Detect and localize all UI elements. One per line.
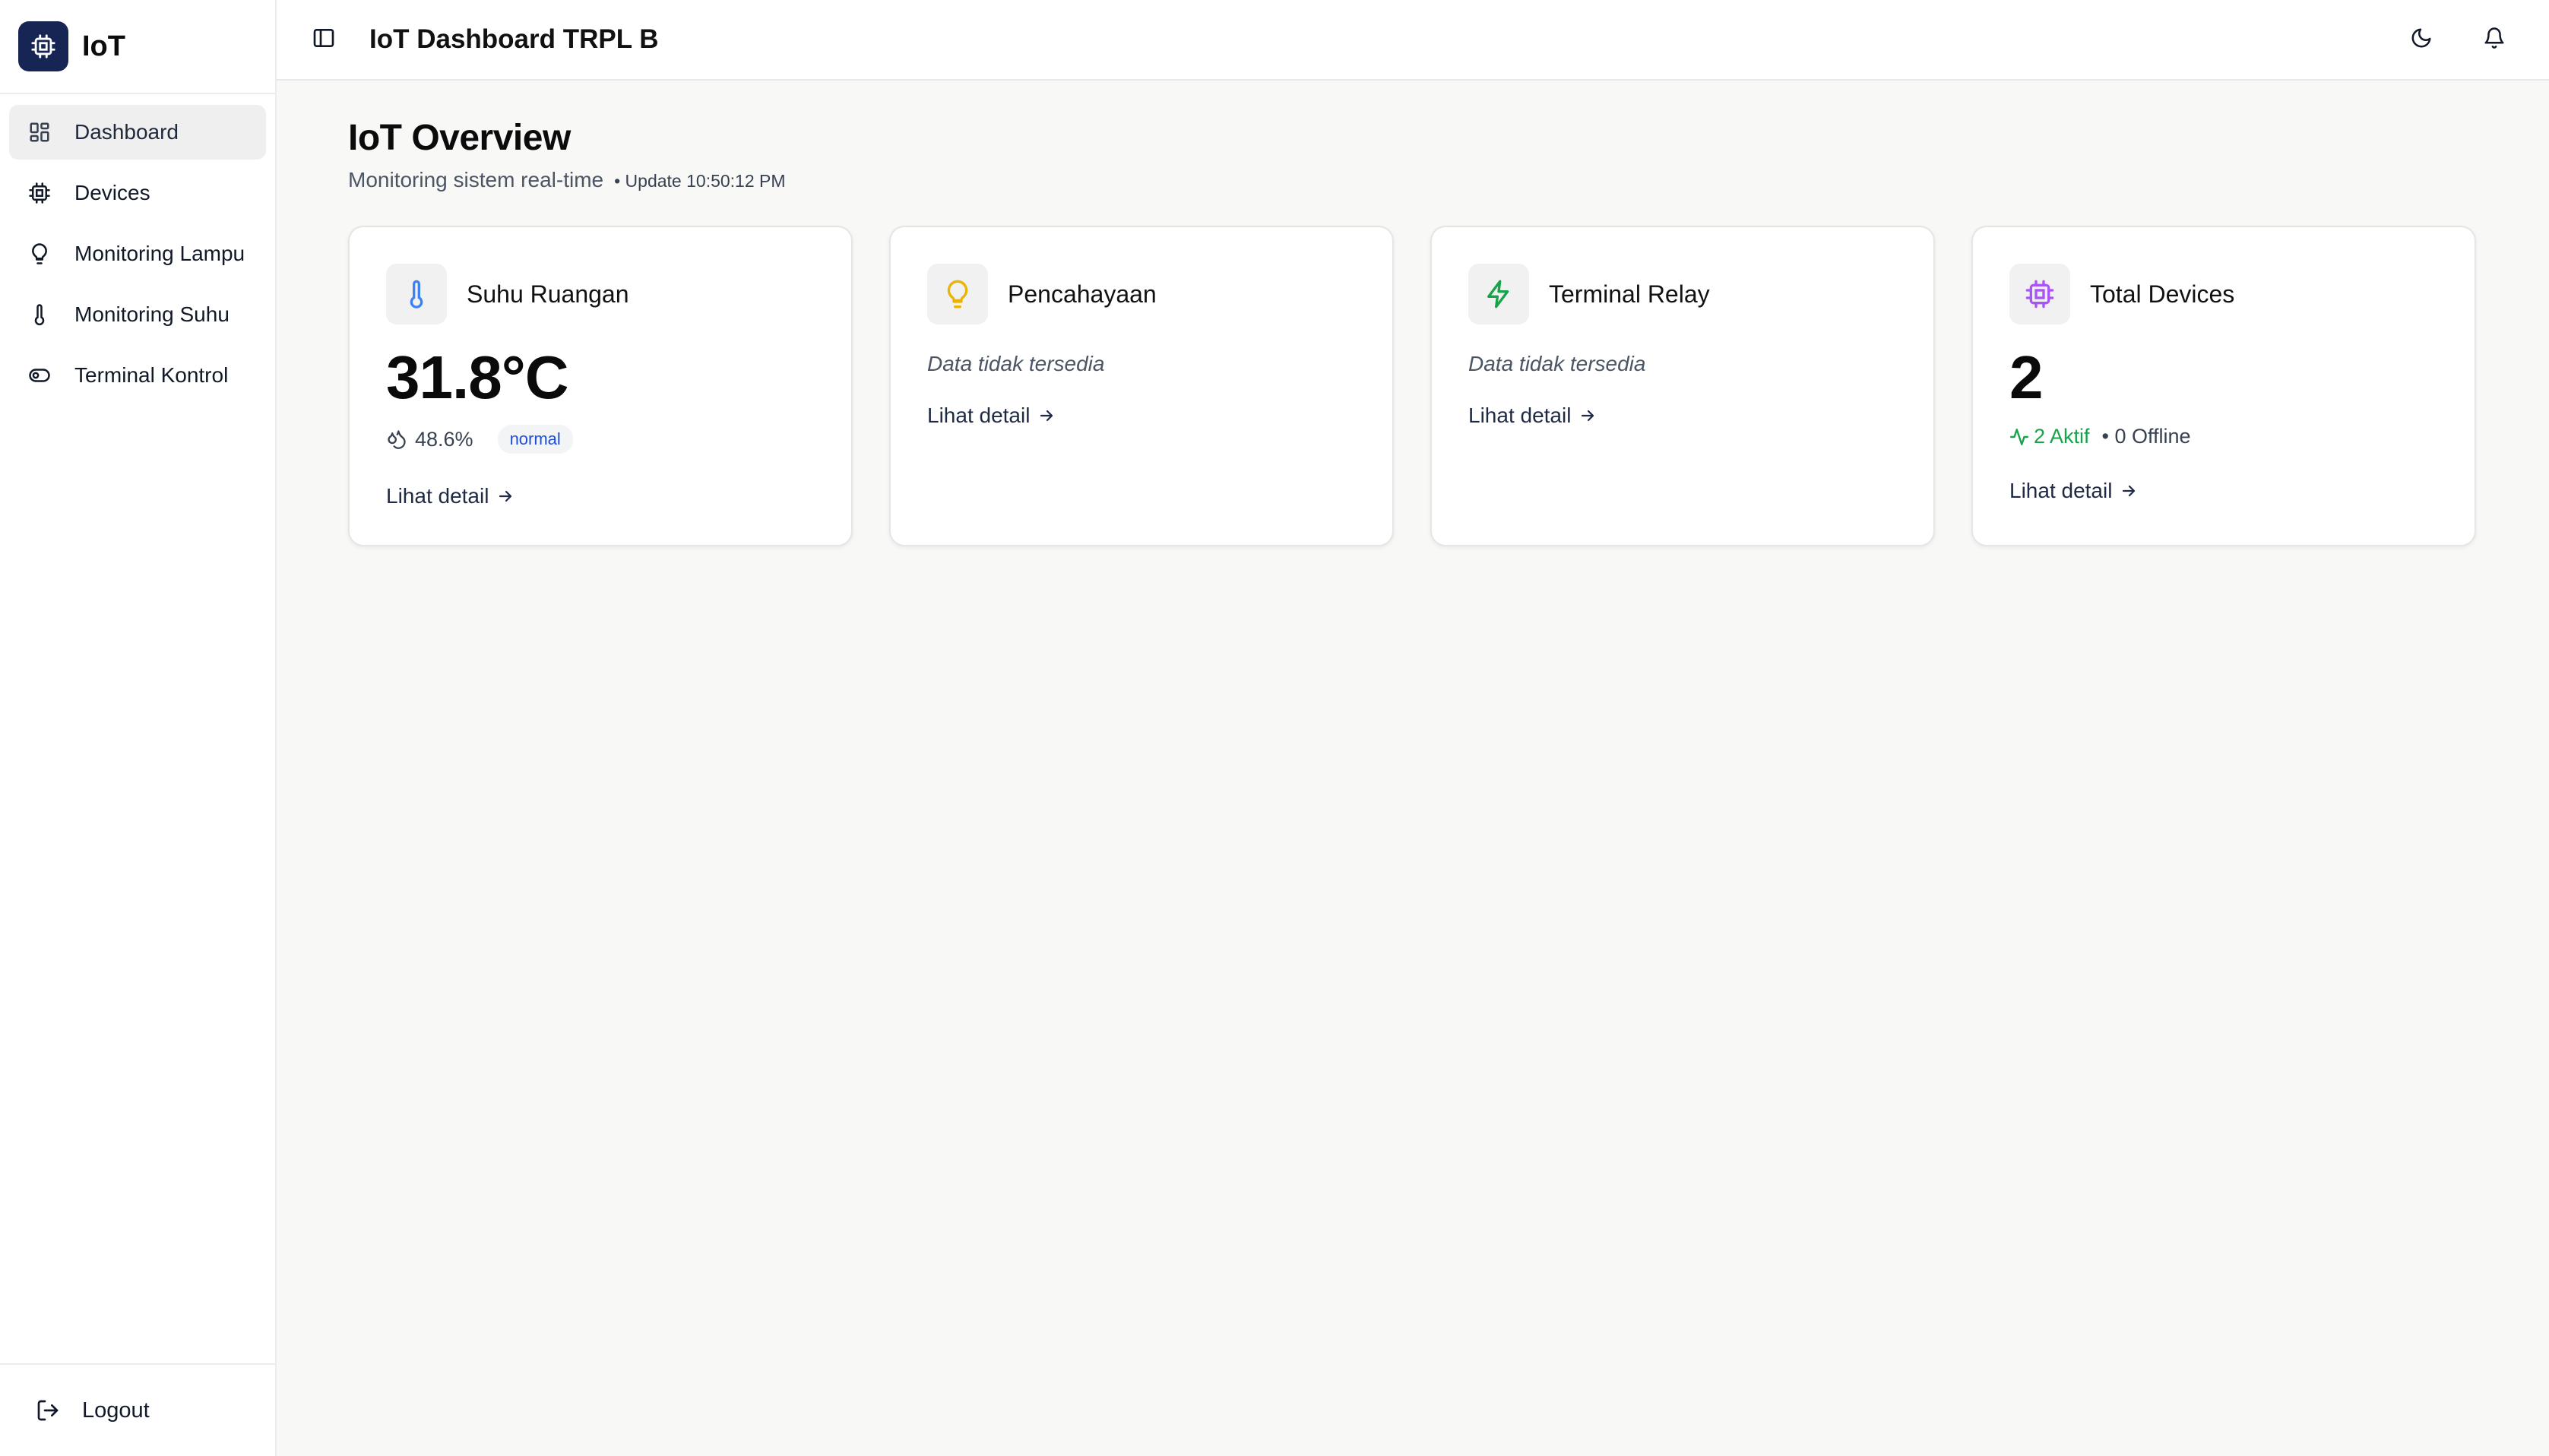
card-title: Pencahayaan [1008,280,1157,308]
lihat-detail-link[interactable]: Lihat detail [2009,479,2138,503]
card-total-devices: Total Devices 2 2 Aktif • 0 Offline Liha… [1971,226,2476,546]
sidebar-item-monitoring-lampu[interactable]: Monitoring Lampu [9,226,266,281]
sidebar-item-label: Monitoring Lampu [74,242,245,265]
chip-icon [2009,264,2070,324]
card-title: Terminal Relay [1549,280,1710,308]
sidebar-item-label: Terminal Kontrol [74,363,229,387]
zap-icon [1468,264,1529,324]
sidebar-item-label: Devices [74,181,150,204]
arrow-right-icon [1578,407,1597,425]
bulb-icon [27,242,52,266]
logout-icon [35,1397,61,1423]
bell-icon [2483,27,2506,53]
thermometer-icon [386,264,447,324]
sidebar-footer: Logout [0,1363,275,1456]
card-pencahayaan: Pencahayaan Data tidak tersedia Lihat de… [889,226,1394,546]
toggle-icon [27,363,52,388]
card-header: Terminal Relay [1468,264,1897,324]
cards-grid: Suhu Ruangan 31.8°C 48.6% normal Lihat d… [348,226,2549,546]
app-title: IoT Dashboard TRPL B [369,24,659,54]
page-content: IoT Overview Monitoring sistem real-time… [277,81,2549,546]
active-status: 2 Aktif [2009,425,2090,448]
notifications-button[interactable] [2478,23,2511,56]
empty-state-text: Data tidak tersedia [927,352,1105,375]
link-label: Lihat detail [386,484,489,508]
empty-state-text: Data tidak tersedia [1468,352,1646,375]
moon-icon [2410,27,2433,53]
sidebar-item-devices[interactable]: Devices [9,166,266,220]
card-suhu-ruangan: Suhu Ruangan 31.8°C 48.6% normal Lihat d… [348,226,853,546]
card-title: Suhu Ruangan [467,280,629,308]
sidebar-item-label: Monitoring Suhu [74,302,230,326]
topbar: IoT Dashboard TRPL B [277,0,2549,81]
brand-name: IoT [82,30,125,62]
humidity-value: 48.6% [415,427,473,451]
lihat-detail-link[interactable]: Lihat detail [386,484,515,508]
update-time: • Update 10:50:12 PM [614,171,786,191]
activity-icon [2009,427,2029,447]
panel-left-icon [312,26,336,54]
link-label: Lihat detail [1468,404,1572,427]
sidebar-item-monitoring-suhu[interactable]: Monitoring Suhu [9,287,266,342]
offline-count: • 0 Offline [2101,425,2191,448]
thermometer-icon [27,302,52,327]
link-label: Lihat detail [2009,479,2113,502]
subtitle-row: Monitoring sistem real-time • Update 10:… [348,168,2549,192]
devices-status-row: 2 Aktif • 0 Offline [2009,425,2438,448]
brand: IoT [0,0,275,94]
devices-count: 2 [2009,343,2044,411]
card-header: Total Devices [2009,264,2438,324]
arrow-right-icon [496,487,515,505]
card-header: Suhu Ruangan [386,264,815,324]
sidebar-item-dashboard[interactable]: Dashboard [9,105,266,160]
humidity-row: 48.6% normal [386,425,815,454]
arrow-right-icon [1037,407,1056,425]
card-terminal-relay: Terminal Relay Data tidak tersedia Lihat… [1430,226,1935,546]
card-header: Pencahayaan [927,264,1356,324]
logout-label: Logout [82,1397,150,1423]
theme-toggle-button[interactable] [2405,23,2438,56]
sidebar: IoT Dashboard Devices Monitoring Lampu M… [0,0,277,1456]
chip-icon [27,181,52,205]
main-area: IoT Dashboard TRPL B IoT Overview Monito… [277,0,2549,1456]
temperature-value: 31.8°C [386,343,568,411]
sidebar-item-label: Dashboard [74,120,179,144]
sidebar-nav: Dashboard Devices Monitoring Lampu Monit… [0,94,275,413]
logout-button[interactable]: Logout [35,1397,150,1423]
grid-icon [27,120,52,144]
card-title: Total Devices [2090,280,2235,308]
lihat-detail-link[interactable]: Lihat detail [927,404,1056,428]
top-actions [2405,23,2511,56]
status-badge: normal [497,425,573,454]
bulb-icon [927,264,988,324]
link-label: Lihat detail [927,404,1031,427]
droplets-icon [386,428,409,451]
page-subtitle: Monitoring sistem real-time [348,168,604,191]
lihat-detail-link[interactable]: Lihat detail [1468,404,1597,428]
sidebar-toggle-button[interactable] [307,23,340,56]
page-title: IoT Overview [348,118,571,158]
brand-chip-icon [18,21,68,71]
active-count: 2 Aktif [2034,425,2090,448]
sidebar-item-terminal-kontrol[interactable]: Terminal Kontrol [9,348,266,403]
arrow-right-icon [2120,482,2138,500]
